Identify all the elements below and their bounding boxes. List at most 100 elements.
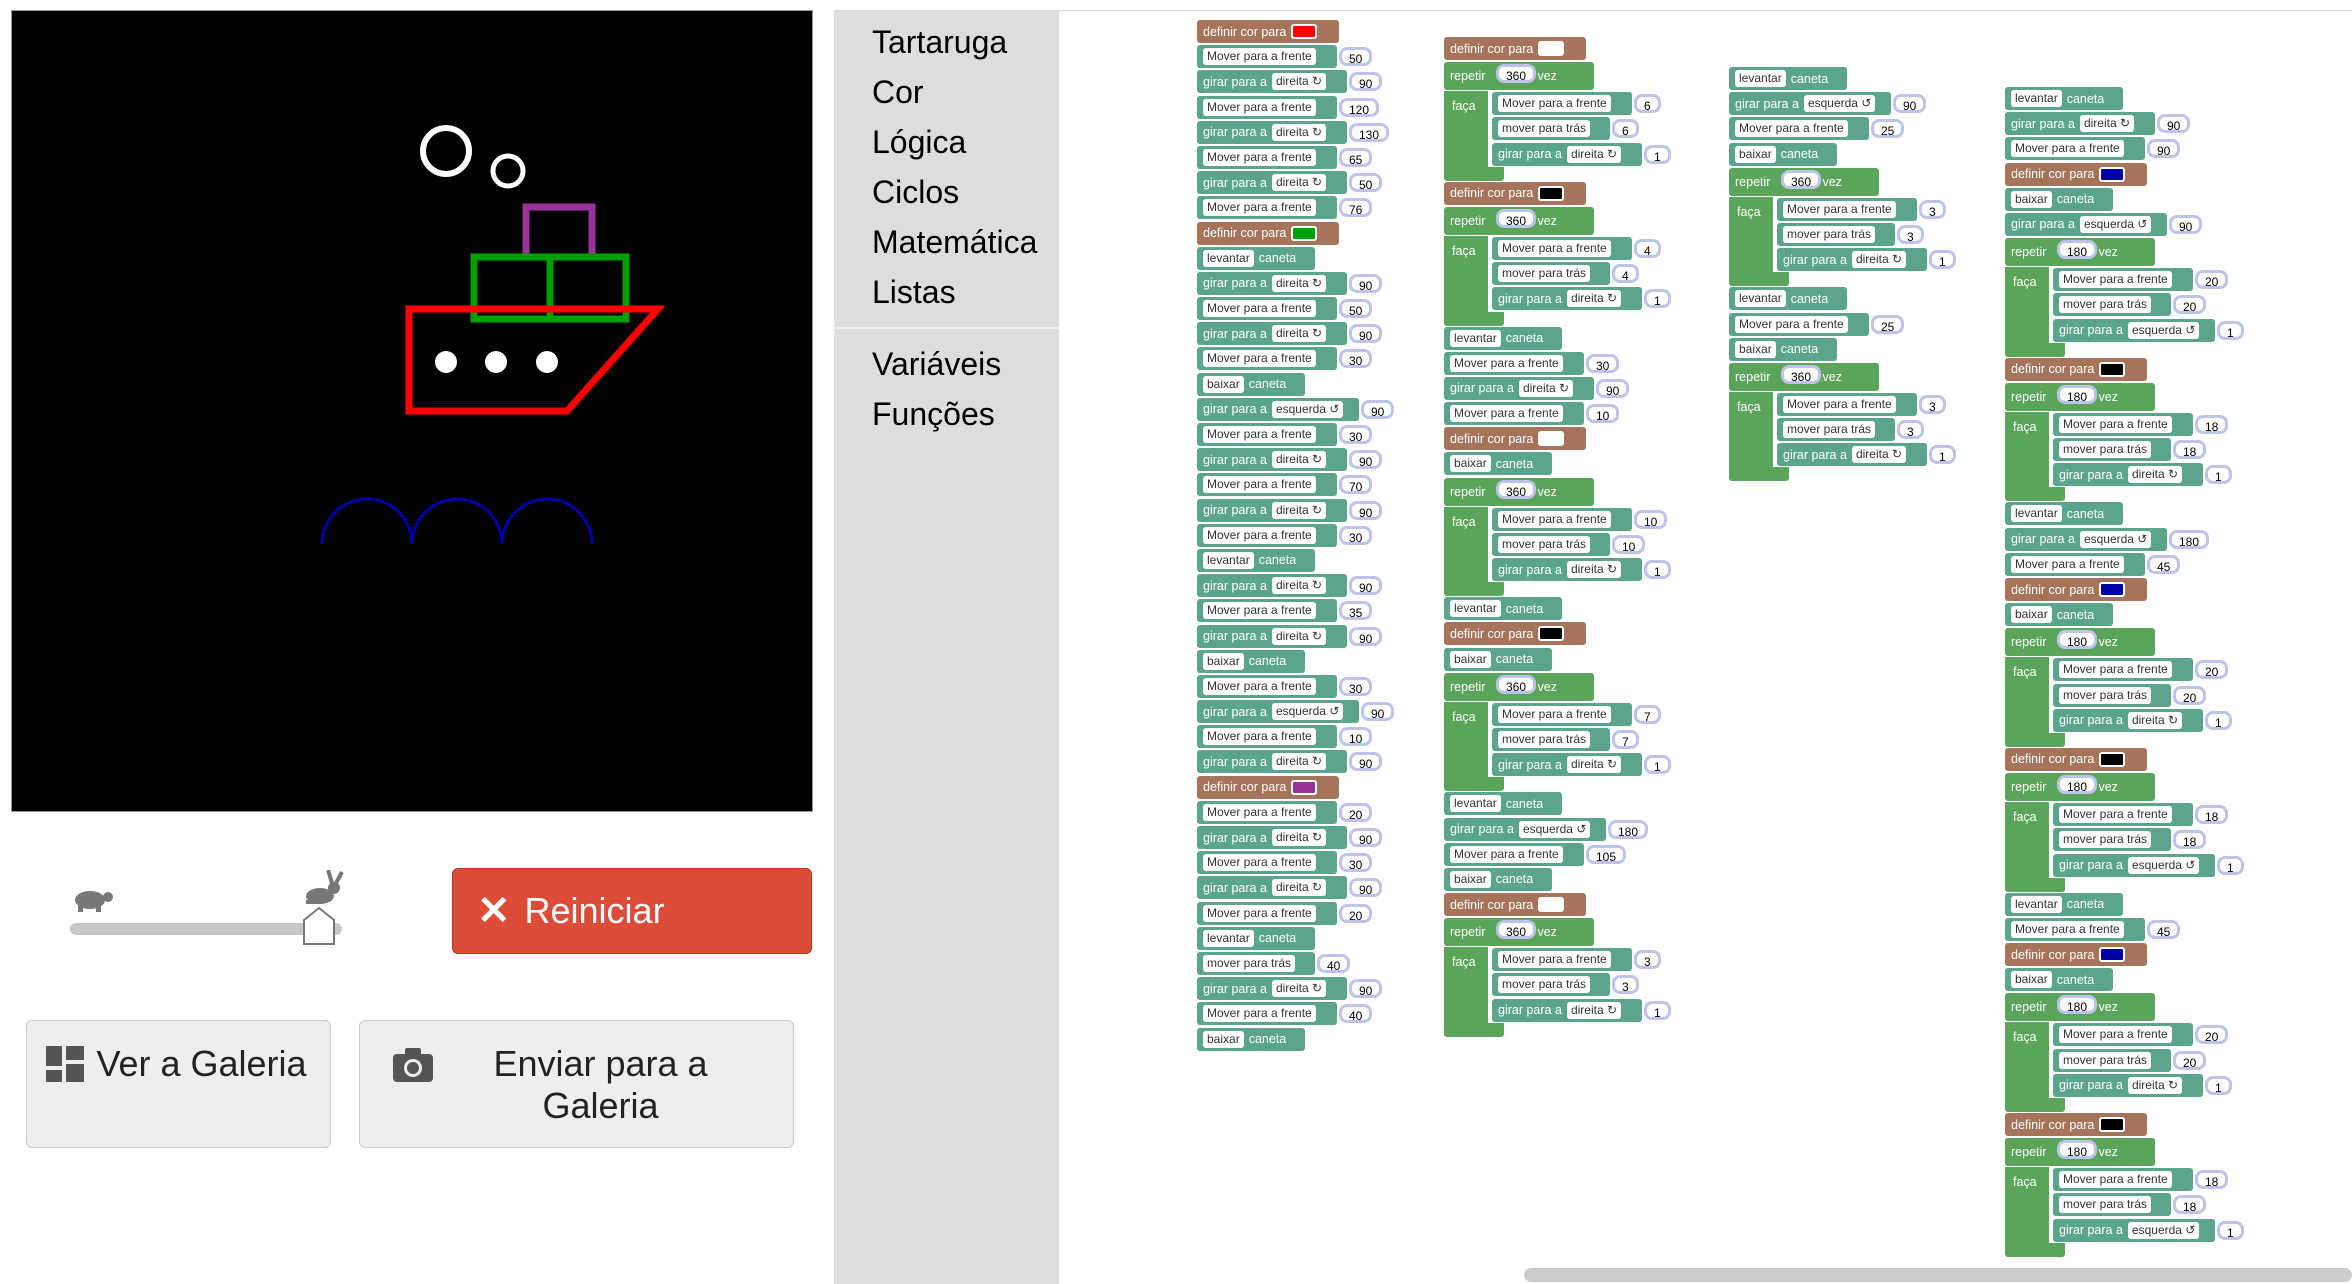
direction-dropdown[interactable]: Mover para a frente bbox=[1203, 1005, 1316, 1023]
number-input[interactable]: 3 bbox=[1634, 950, 1661, 970]
number-input[interactable]: 25 bbox=[1871, 119, 1905, 139]
number-input[interactable]: 360 bbox=[1781, 364, 1822, 384]
move-forward-block[interactable]: Mover para a frente 105 bbox=[1444, 842, 1627, 867]
number-input[interactable]: 90 bbox=[1349, 450, 1383, 470]
number-input[interactable]: 360 bbox=[1496, 208, 1537, 228]
pen-up-block[interactable]: levantar caneta bbox=[1729, 286, 1847, 311]
pen-dropdown[interactable]: baixar bbox=[1203, 652, 1244, 670]
direction-dropdown[interactable]: mover para trás bbox=[2059, 831, 2152, 849]
direction-dropdown[interactable]: Mover para a frente bbox=[1203, 350, 1316, 368]
number-input[interactable]: 45 bbox=[2147, 554, 2181, 574]
turn-dropdown[interactable]: direita ↻ bbox=[2127, 1076, 2183, 1094]
number-input[interactable]: 70 bbox=[1339, 475, 1373, 495]
turn-dropdown[interactable]: esquerda ↺ bbox=[1803, 95, 1876, 113]
turn-dropdown[interactable]: direita ↻ bbox=[1271, 829, 1327, 846]
number-input[interactable]: 20 bbox=[2173, 685, 2207, 705]
move-backward-block[interactable]: mover para trás 3 bbox=[1444, 972, 1639, 997]
pen-dropdown[interactable]: baixar bbox=[1450, 455, 1491, 473]
pen-down-block[interactable]: baixar caneta bbox=[1729, 337, 1837, 362]
pen-dropdown[interactable]: baixar bbox=[1203, 1030, 1244, 1048]
direction-dropdown[interactable]: mover para trás bbox=[2059, 1051, 2152, 1069]
direction-dropdown[interactable]: Mover para a frente bbox=[1203, 526, 1316, 544]
turn-left-block[interactable]: girar para a esquerda ↺ 1 bbox=[2005, 853, 2244, 878]
number-input[interactable]: 30 bbox=[1339, 525, 1373, 545]
turn-right-block[interactable]: girar para a direita ↻ 1 bbox=[1444, 998, 1671, 1023]
number-input[interactable]: 10 bbox=[1612, 534, 1646, 554]
turn-dropdown[interactable]: esquerda ↺ bbox=[1518, 820, 1591, 838]
move-forward-block[interactable]: Mover para a frente 3 bbox=[1729, 197, 1946, 222]
number-input[interactable]: 1 bbox=[2205, 710, 2232, 730]
repeat-block[interactable]: repetir vez 360 faça Mover para a frente 7 mov… bbox=[1444, 672, 1671, 792]
set-color-block[interactable]: definir cor para bbox=[2005, 942, 2147, 967]
repeat-block[interactable]: repetir vez 180 faça Mover para a frente 18 mo… bbox=[2005, 772, 2244, 892]
direction-dropdown[interactable]: Mover para a frente bbox=[2059, 661, 2172, 679]
direction-dropdown[interactable]: mover para trás bbox=[1783, 225, 1876, 243]
pen-dropdown[interactable]: baixar bbox=[2011, 971, 2052, 989]
pen-dropdown[interactable]: levantar bbox=[1203, 929, 1254, 947]
number-input[interactable]: 4 bbox=[1612, 264, 1639, 284]
direction-dropdown[interactable]: Mover para a frente bbox=[1498, 705, 1611, 723]
set-color-block[interactable]: definir cor para bbox=[2005, 577, 2147, 602]
number-input[interactable]: 10 bbox=[1634, 509, 1668, 529]
number-input[interactable]: 180 bbox=[1608, 819, 1649, 839]
number-input[interactable]: 18 bbox=[2195, 1170, 2229, 1190]
turn-dropdown[interactable]: direita ↻ bbox=[1271, 980, 1327, 998]
direction-dropdown[interactable]: Mover para a frente bbox=[1203, 904, 1316, 922]
pen-up-block[interactable]: levantar caneta bbox=[2005, 501, 2123, 526]
number-input[interactable]: 18 bbox=[2173, 1195, 2207, 1215]
direction-dropdown[interactable]: mover para trás bbox=[1498, 535, 1591, 553]
move-forward-block[interactable]: Mover para a frente 18 bbox=[2005, 802, 2229, 827]
turn-dropdown[interactable]: esquerda ↺ bbox=[2079, 530, 2152, 548]
reset-button[interactable]: ✕ Reiniciar bbox=[452, 868, 812, 954]
direction-dropdown[interactable]: mover para trás bbox=[1203, 954, 1296, 972]
turn-dropdown[interactable]: direita ↻ bbox=[1271, 627, 1327, 645]
turn-left-block[interactable]: girar para a esquerda ↺ 180 bbox=[1444, 817, 1649, 842]
turn-left-block[interactable]: girar para a esquerda ↺ 1 bbox=[2005, 1218, 2244, 1243]
move-forward-block[interactable]: Mover para a frente 45 bbox=[2005, 552, 2181, 577]
move-forward-block[interactable]: Mover para a frente 20 bbox=[2005, 657, 2229, 682]
color-swatch[interactable] bbox=[1538, 626, 1565, 642]
pen-up-block[interactable]: levantar caneta bbox=[1444, 791, 1562, 816]
turn-dropdown[interactable]: direita ↻ bbox=[1518, 379, 1574, 397]
number-input[interactable]: 18 bbox=[2173, 440, 2207, 460]
direction-dropdown[interactable]: Mover para a frente bbox=[2011, 140, 2124, 158]
direction-dropdown[interactable]: Mover para a frente bbox=[1203, 300, 1316, 318]
set-color-block[interactable]: definir cor para bbox=[1444, 621, 1586, 646]
direction-dropdown[interactable]: Mover para a frente bbox=[1203, 677, 1316, 695]
direction-dropdown[interactable]: Mover para a frente bbox=[1203, 148, 1316, 166]
number-input[interactable]: 1 bbox=[1644, 560, 1671, 579]
number-input[interactable]: 35 bbox=[1339, 601, 1373, 621]
pen-dropdown[interactable]: baixar bbox=[1203, 375, 1244, 393]
direction-dropdown[interactable]: Mover para a frente bbox=[1498, 239, 1611, 257]
category-ciclos[interactable]: Ciclos bbox=[872, 174, 959, 211]
number-input[interactable]: 180 bbox=[2057, 775, 2098, 795]
direction-dropdown[interactable]: mover para trás bbox=[1783, 421, 1876, 439]
direction-dropdown[interactable]: mover para trás bbox=[1498, 730, 1591, 748]
turn-dropdown[interactable]: direita ↻ bbox=[1271, 274, 1327, 292]
number-input[interactable]: 1 bbox=[2217, 320, 2244, 340]
number-input[interactable]: 18 bbox=[2173, 830, 2207, 850]
direction-dropdown[interactable]: mover para trás bbox=[1498, 976, 1591, 994]
pen-up-block[interactable]: levantar caneta bbox=[1444, 326, 1562, 351]
number-input[interactable]: 65 bbox=[1339, 147, 1373, 167]
set-color-block[interactable]: definir cor para bbox=[1444, 892, 1586, 917]
move-forward-block[interactable]: Mover para a frente 25 bbox=[1729, 312, 1905, 337]
workspace-scrollbar[interactable] bbox=[1524, 1268, 2352, 1282]
direction-dropdown[interactable]: mover para trás bbox=[2059, 441, 2152, 459]
number-input[interactable]: 90 bbox=[1349, 273, 1383, 293]
direction-dropdown[interactable]: Mover para a frente bbox=[2059, 1026, 2172, 1044]
repeat-block[interactable]: repetir vez 180 faça Mover para a frente 18 mo… bbox=[2005, 1137, 2244, 1257]
direction-dropdown[interactable]: mover para trás bbox=[2059, 686, 2152, 704]
move-backward-block[interactable]: mover para trás 4 bbox=[1444, 261, 1639, 286]
repeat-block[interactable]: repetir vez 360 faça Mover para a frente 6 mov… bbox=[1444, 61, 1671, 181]
turn-right-block[interactable]: girar para a direita ↻ 1 bbox=[1444, 142, 1671, 167]
number-input[interactable]: 90 bbox=[2157, 114, 2191, 134]
pen-dropdown[interactable]: levantar bbox=[2011, 505, 2062, 523]
pen-up-block[interactable]: levantar caneta bbox=[1444, 596, 1562, 621]
number-input[interactable]: 20 bbox=[2195, 660, 2229, 680]
number-input[interactable]: 20 bbox=[2173, 295, 2207, 315]
number-input[interactable]: 90 bbox=[1349, 979, 1383, 999]
move-forward-block[interactable]: Mover para a frente 10 bbox=[1444, 507, 1668, 532]
number-input[interactable]: 1 bbox=[1644, 289, 1671, 309]
number-input[interactable]: 90 bbox=[1349, 626, 1383, 646]
